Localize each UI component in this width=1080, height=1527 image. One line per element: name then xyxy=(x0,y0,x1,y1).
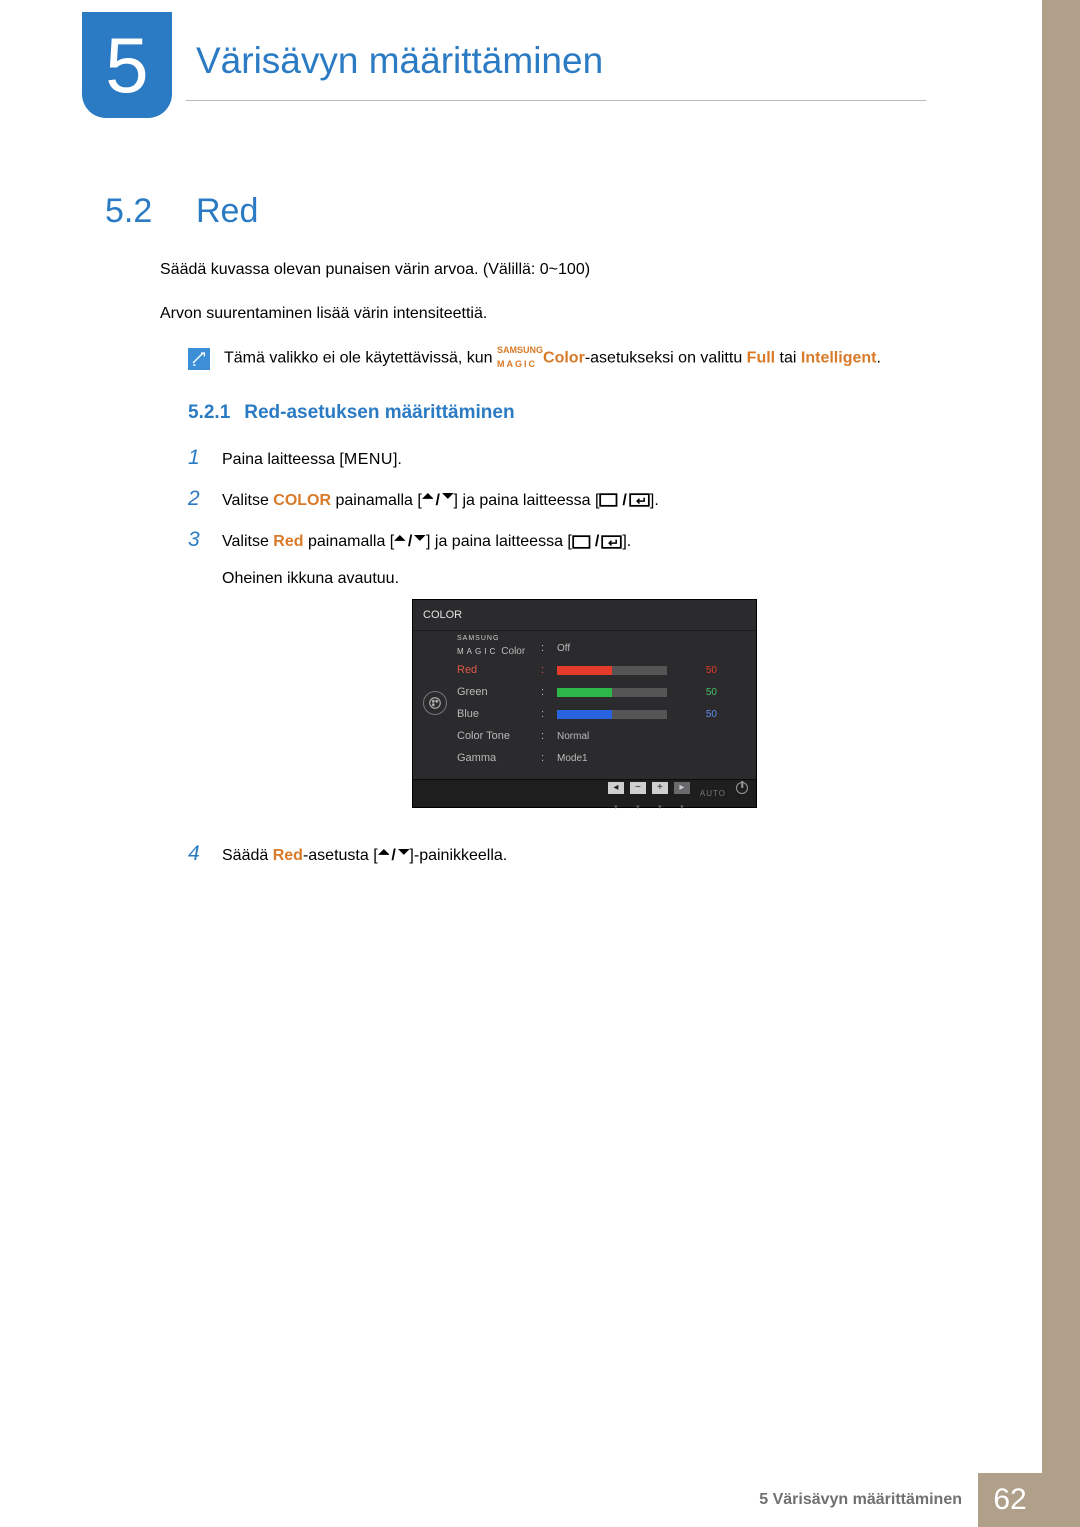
menu-button-label: MENU xyxy=(344,451,393,468)
osd-panel: COLOR SAMSUNGMAGIC Color : Off xyxy=(412,599,757,809)
section-title: Red xyxy=(196,192,258,231)
step-3: 3 Valitse Red painamalla [/] ja paina la… xyxy=(188,528,920,828)
source-enter-icon: / xyxy=(599,487,649,514)
step-2: 2 Valitse COLOR painamalla [/] ja paina … xyxy=(188,487,920,514)
up-down-icon: / xyxy=(394,528,426,555)
body-content: Säädä kuvassa olevan punaisen värin arvo… xyxy=(160,258,920,884)
osd-nav-auto: AUTO xyxy=(700,787,726,801)
chapter-number: 5 xyxy=(105,26,148,104)
step-4: 4 Säädä Red-asetusta [/]-painikkeella. xyxy=(188,842,920,869)
osd-nav-minus-icon: − xyxy=(630,782,646,794)
osd-magic-label: SAMSUNGMAGIC xyxy=(457,635,541,657)
up-down-icon: / xyxy=(422,487,454,514)
osd-blue-bar xyxy=(557,710,667,719)
footer-text: 5 Värisävyn määrittäminen xyxy=(759,1491,962,1509)
note: Tämä valikko ei ole käytettävissä, kun S… xyxy=(188,346,920,371)
chapter-rule xyxy=(186,100,926,101)
osd-nav-left-icon: ◂ xyxy=(608,782,624,794)
section-number: 5.2 xyxy=(105,192,152,231)
osd-nav-power-icon xyxy=(736,782,748,794)
samsung-magic-label: SAMSUNGMAGIC xyxy=(497,346,543,371)
osd-title: COLOR xyxy=(413,600,756,632)
osd-nav-bar: ◂▾ −▾ +▾ ▸▾ AUTO ▾ xyxy=(413,779,756,807)
source-enter-icon: / xyxy=(572,528,622,555)
page-number: 62 xyxy=(978,1473,1042,1527)
osd-category-icon xyxy=(413,637,457,769)
chapter-title: Värisävyn määrittäminen xyxy=(196,40,603,82)
side-stripe xyxy=(1042,0,1080,1527)
subsection-title: Red-asetuksen määrittäminen xyxy=(244,399,514,428)
subsection-number: 5.2.1 xyxy=(188,399,230,428)
osd-green-bar xyxy=(557,688,667,697)
osd-nav-plus-icon: + xyxy=(652,782,668,794)
chapter-tab: 5 xyxy=(82,12,172,118)
osd-nav-play-icon: ▸ xyxy=(674,782,690,794)
intro-p2: Arvon suurentaminen lisää värin intensit… xyxy=(160,302,920,326)
osd-red-bar xyxy=(557,666,667,675)
footer: 5 Värisävyn määrittäminen 62 xyxy=(0,1473,1042,1527)
steps-list: 1 Paina laitteessa [MENU]. 2 Valitse COL… xyxy=(188,446,920,870)
subsection-heading: 5.2.1 Red-asetuksen määrittäminen xyxy=(188,399,920,428)
note-icon xyxy=(188,348,210,370)
intro-p1: Säädä kuvassa olevan punaisen värin arvo… xyxy=(160,258,920,282)
step-1: 1 Paina laitteessa [MENU]. xyxy=(188,446,920,473)
note-text: Tämä valikko ei ole käytettävissä, kun S… xyxy=(224,346,881,371)
up-down-icon: / xyxy=(378,842,410,869)
